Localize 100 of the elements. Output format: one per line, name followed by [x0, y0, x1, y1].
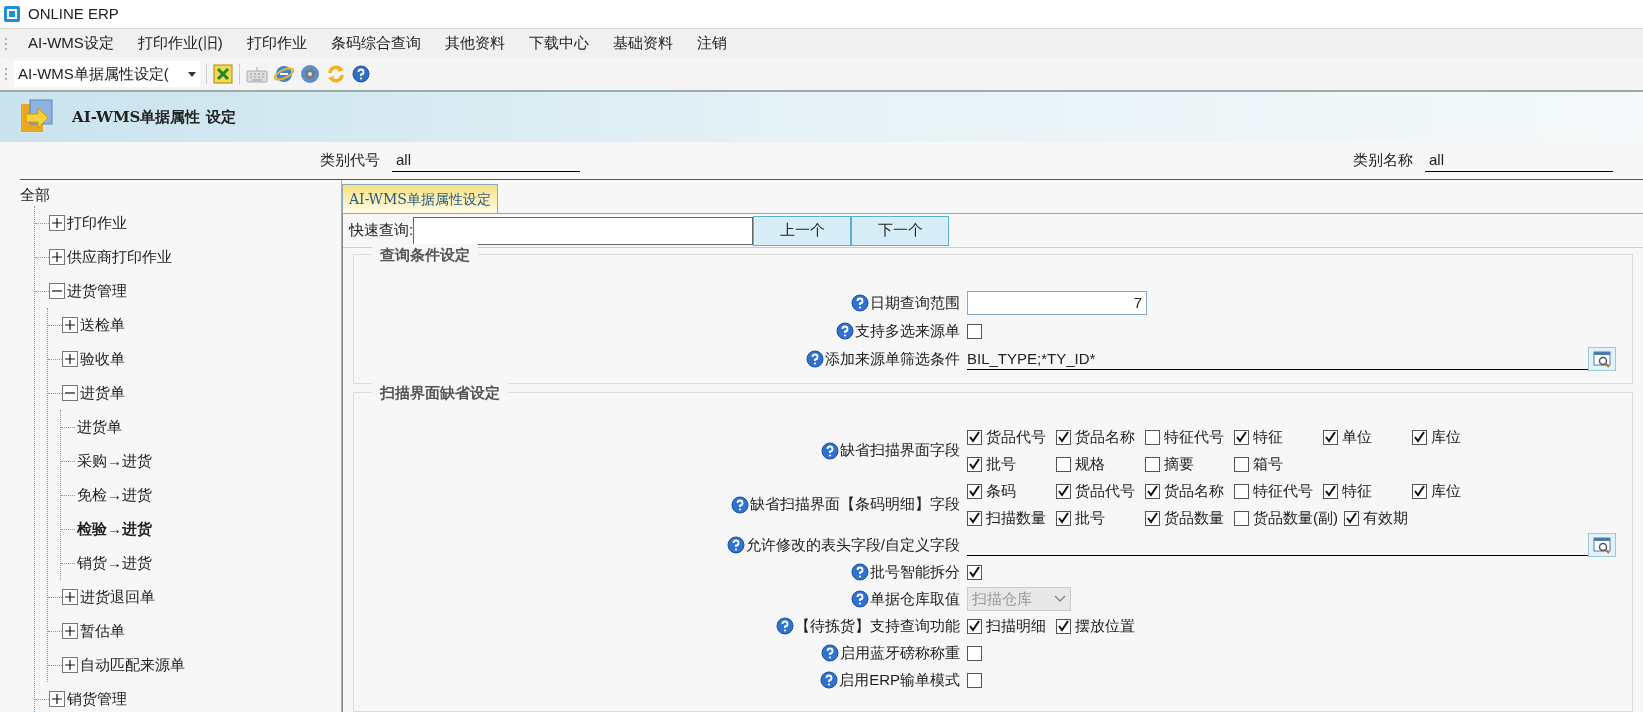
- checkbox[interactable]: [967, 618, 982, 634]
- expand-icon[interactable]: [62, 351, 78, 367]
- menu-item[interactable]: AI-WMS设定: [16, 32, 126, 55]
- help-icon[interactable]: [776, 617, 794, 635]
- input-field[interactable]: 7: [967, 291, 1147, 315]
- checkbox[interactable]: [1056, 456, 1071, 472]
- tree-root-item[interactable]: 全部: [20, 180, 341, 206]
- check-icon: [1413, 485, 1426, 497]
- menu-item[interactable]: 注销: [684, 32, 739, 55]
- input-field[interactable]: all: [1425, 149, 1613, 172]
- tree-item[interactable]: 进货单: [77, 415, 122, 439]
- checkbox[interactable]: [1056, 618, 1071, 634]
- checkbox[interactable]: [1056, 483, 1071, 499]
- menu-item[interactable]: 打印作业: [234, 32, 319, 55]
- tree-item[interactable]: 进货管理: [67, 279, 127, 303]
- help-icon[interactable]: [851, 590, 869, 608]
- tree-item[interactable]: 免检→进货: [77, 483, 152, 507]
- checkbox-label: 特征: [1253, 426, 1283, 447]
- checkbox-label: 摆放位置: [1075, 615, 1135, 636]
- disc-icon[interactable]: [300, 64, 320, 84]
- checkbox[interactable]: [1145, 510, 1160, 526]
- form-combobox[interactable]: AI-WMS单据属性设定(: [14, 61, 200, 87]
- menu-item[interactable]: 条码综合查询: [318, 32, 433, 55]
- globe-icon[interactable]: [274, 64, 294, 84]
- field-label: 批号智能拆分: [870, 561, 960, 582]
- expand-icon[interactable]: [62, 657, 78, 673]
- grip-icon: [4, 67, 8, 81]
- checkbox[interactable]: [1323, 429, 1338, 445]
- checkbox[interactable]: [1344, 510, 1359, 526]
- expand-icon[interactable]: [49, 215, 65, 231]
- tree-item[interactable]: 打印作业: [67, 211, 127, 235]
- help-icon[interactable]: [836, 322, 854, 340]
- nav-button[interactable]: 下一个: [851, 215, 950, 246]
- checkbox[interactable]: [1234, 456, 1249, 472]
- input-field[interactable]: BIL_TYPE;*TY_ID*: [967, 348, 1588, 370]
- help-icon[interactable]: [726, 536, 745, 554]
- checkbox[interactable]: [1145, 429, 1160, 445]
- tree-item[interactable]: 进货单: [80, 381, 125, 405]
- help-icon[interactable]: [821, 441, 839, 460]
- tree-item[interactable]: 验收单: [80, 347, 125, 371]
- checkbox[interactable]: [967, 429, 982, 445]
- help-icon[interactable]: [352, 65, 370, 83]
- expand-icon[interactable]: [62, 589, 78, 605]
- tree-item[interactable]: 供应商打印作业: [67, 245, 172, 269]
- checkbox[interactable]: [967, 483, 982, 499]
- field-label: 单据仓库取值: [870, 588, 960, 609]
- tree-item[interactable]: 暂估单: [80, 619, 125, 643]
- nav-button[interactable]: 上一个: [753, 215, 852, 246]
- checkbox[interactable]: [967, 323, 982, 339]
- help-icon[interactable]: [821, 644, 839, 662]
- tree-item[interactable]: 采购→进货: [77, 449, 152, 473]
- checkbox[interactable]: [1056, 510, 1071, 526]
- tree-item[interactable]: 销货→进货: [77, 551, 152, 575]
- tree-item[interactable]: 销货管理: [67, 687, 127, 711]
- checkbox[interactable]: [1234, 483, 1249, 499]
- checkbox[interactable]: [1412, 483, 1427, 499]
- collapse-icon[interactable]: [62, 385, 78, 401]
- input-field[interactable]: all: [392, 149, 580, 172]
- help-icon[interactable]: [851, 563, 869, 581]
- checkbox[interactable]: [1412, 429, 1427, 445]
- checkbox[interactable]: [967, 672, 982, 688]
- checkbox[interactable]: [967, 645, 982, 661]
- checkbox[interactable]: [1323, 483, 1338, 499]
- checkbox[interactable]: [1234, 510, 1249, 526]
- help-icon[interactable]: [820, 671, 839, 689]
- checkbox[interactable]: [967, 510, 982, 526]
- checkbox[interactable]: [967, 456, 982, 472]
- collapse-icon[interactable]: [49, 283, 65, 299]
- help-icon[interactable]: [851, 294, 869, 312]
- menu-item[interactable]: 基础资料: [600, 32, 685, 55]
- expand-icon[interactable]: [62, 317, 78, 333]
- menu-item[interactable]: 下载中心: [516, 32, 601, 55]
- expand-icon[interactable]: [49, 691, 65, 707]
- help-icon[interactable]: [731, 495, 749, 514]
- expand-icon[interactable]: [49, 249, 65, 265]
- tree-item[interactable]: 检验→进货: [77, 517, 152, 541]
- field-label: 类别名称: [1353, 150, 1413, 171]
- search-field[interactable]: [413, 216, 754, 245]
- expand-icon[interactable]: [62, 623, 78, 639]
- menu-item[interactable]: 打印作业(旧): [125, 32, 235, 55]
- checkbox[interactable]: [967, 564, 982, 580]
- checkbox[interactable]: [1234, 429, 1249, 445]
- help-icon[interactable]: [806, 350, 824, 368]
- check-icon: [968, 485, 981, 497]
- checkbox-label: 货品名称: [1075, 426, 1135, 447]
- checkbox-label: 有效期: [1363, 507, 1408, 528]
- checkbox[interactable]: [1056, 429, 1071, 445]
- checkbox[interactable]: [1145, 483, 1160, 499]
- field-label: 快速查询:: [349, 220, 414, 241]
- lookup-button[interactable]: [1588, 347, 1616, 371]
- check-icon: [968, 566, 981, 578]
- excel-icon[interactable]: [213, 64, 233, 84]
- lookup-button[interactable]: [1588, 533, 1616, 557]
- tree-item[interactable]: 进货退回单: [80, 585, 155, 609]
- menu-item[interactable]: 其他资料: [432, 32, 517, 55]
- tree-item[interactable]: 自动匹配来源单: [80, 653, 185, 677]
- tree-item[interactable]: 送检单: [80, 313, 125, 337]
- checkbox[interactable]: [1145, 456, 1160, 472]
- check-icon: [1057, 431, 1070, 443]
- tab[interactable]: AI-WMS单据属性设定: [342, 184, 498, 213]
